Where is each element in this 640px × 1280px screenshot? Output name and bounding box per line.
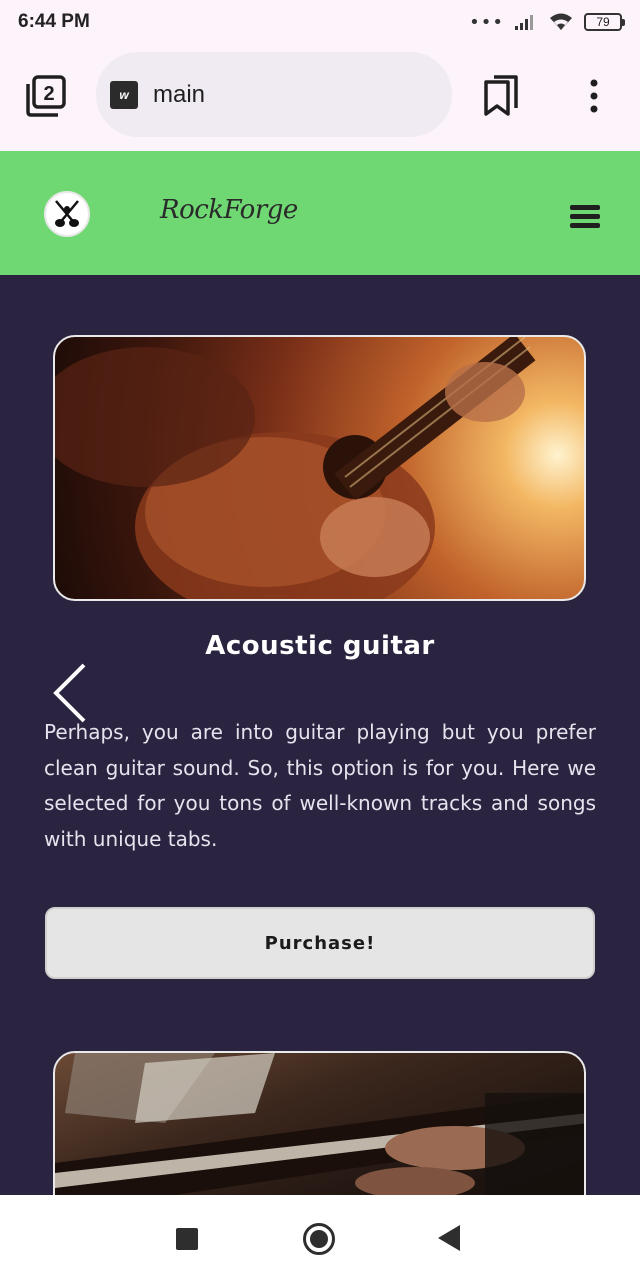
card-description: Perhaps, you are into guitar playing but… — [44, 720, 596, 851]
wifi-icon — [550, 13, 572, 30]
tab-count: 2 — [43, 83, 54, 105]
piano-photo-illustration — [55, 1053, 584, 1195]
url-text: main — [153, 80, 206, 108]
home-button-icon[interactable] — [303, 1223, 335, 1255]
status-bar: 6:44 PM ••• 79 — [0, 0, 640, 44]
android-navigation-bar — [0, 1195, 640, 1280]
status-time: 6:44 PM — [18, 11, 90, 32]
bookmark-icon[interactable] — [482, 74, 522, 118]
recents-button-icon[interactable] — [176, 1228, 198, 1250]
site-favicon-icon: w — [110, 80, 138, 109]
favicon-text: w — [119, 87, 129, 102]
browser-toolbar: 2 w main — [0, 44, 640, 151]
back-button-icon[interactable] — [438, 1225, 460, 1251]
site-header: RockForge — [0, 151, 640, 275]
signal-icon — [515, 15, 533, 30]
crossed-guitars-icon — [55, 200, 79, 227]
battery-level: 79 — [596, 15, 610, 29]
tabs-icon[interactable]: 2 — [24, 74, 68, 118]
address-bar[interactable]: w main — [96, 52, 452, 137]
product-carousel: Acoustic guitar Perhaps, you are into gu… — [0, 275, 640, 1195]
guitar-photo-illustration — [55, 337, 536, 599]
acoustic-guitar-image — [53, 335, 586, 601]
piano-image — [53, 1051, 586, 1195]
carousel-prev-arrow-icon[interactable] — [50, 663, 90, 723]
more-notifications-icon: ••• — [469, 11, 504, 33]
more-options-icon[interactable] — [584, 78, 604, 114]
status-icons: ••• 79 — [469, 11, 625, 33]
battery-icon: 79 — [584, 13, 625, 31]
hamburger-menu-icon[interactable] — [570, 205, 600, 229]
purchase-button[interactable]: Purchase! — [45, 907, 595, 979]
card-title: Acoustic guitar — [205, 631, 435, 661]
guitar-logo-icon[interactable] — [44, 191, 90, 237]
brand-name[interactable]: RockForge — [160, 195, 298, 225]
